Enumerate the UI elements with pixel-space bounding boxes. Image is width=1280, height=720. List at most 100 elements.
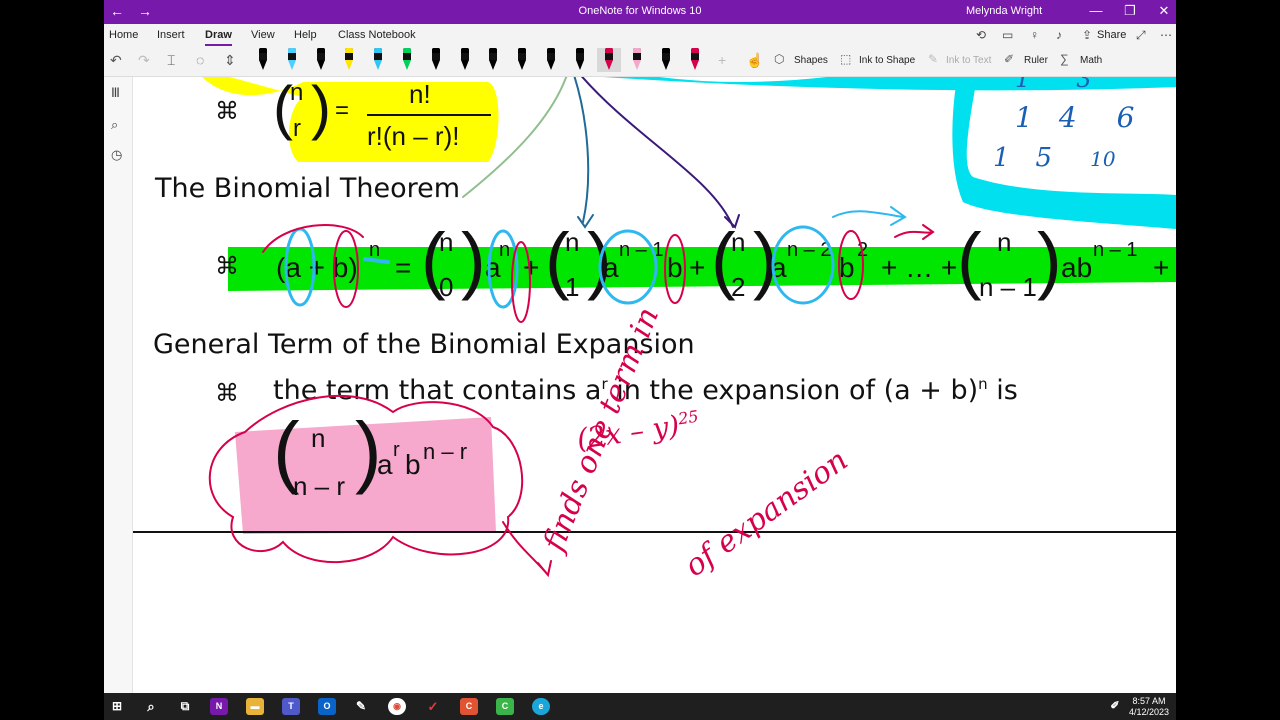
camtasia-icon[interactable]: C bbox=[460, 698, 478, 715]
t3-paren-left: ( bbox=[957, 218, 982, 301]
pen-11[interactable] bbox=[546, 48, 556, 72]
pen-8[interactable] bbox=[460, 48, 470, 72]
system-clock[interactable]: 8:57 AM 4/12/2023 bbox=[1129, 696, 1169, 718]
teams-icon[interactable]: T bbox=[282, 698, 300, 715]
pen-color-cap bbox=[547, 48, 555, 53]
ink-pascal-5-b: 5 bbox=[1035, 143, 1053, 173]
tab-insert[interactable]: Insert bbox=[157, 29, 185, 41]
tab-home[interactable]: Home bbox=[109, 29, 138, 41]
lightbulb-icon[interactable]: ♀ bbox=[1030, 28, 1039, 42]
paint-icon[interactable]: ✎ bbox=[352, 698, 370, 715]
pen-tip bbox=[662, 60, 671, 70]
pen-tip bbox=[431, 60, 440, 70]
note-canvas[interactable]: ⌘ ( n r ) = n! r!(n – r)! The Binomial T… bbox=[133, 77, 1176, 693]
close-icon[interactable]: ✕ bbox=[1154, 3, 1174, 19]
touch-draw-icon[interactable]: ☝ bbox=[746, 52, 763, 69]
ink-to-text-button[interactable]: Ink to Text bbox=[946, 55, 991, 66]
pen-12[interactable] bbox=[575, 48, 585, 72]
pen-14[interactable] bbox=[632, 48, 642, 72]
t2-bottom: 2 bbox=[731, 272, 746, 302]
add-pen-icon[interactable]: + bbox=[718, 52, 726, 68]
start-icon[interactable]: ⊞ bbox=[108, 698, 126, 715]
tab-view[interactable]: View bbox=[251, 29, 275, 41]
t2-exp: n – 2 bbox=[787, 239, 832, 261]
t0-top: n bbox=[439, 227, 454, 257]
ruler-icon[interactable]: ✐ bbox=[1004, 52, 1014, 66]
pen-tip bbox=[460, 60, 469, 70]
task-view-icon[interactable]: ⧉ bbox=[176, 698, 194, 715]
plus-end: + bbox=[1153, 252, 1170, 283]
camtasia-recorder-icon[interactable]: C bbox=[496, 698, 514, 715]
gf-a: a bbox=[377, 449, 393, 480]
tab-draw[interactable]: Draw bbox=[205, 29, 232, 46]
general-term-text-2: in the expansion of (a + b) bbox=[607, 375, 979, 406]
ink-to-shape-icon[interactable]: ⬚ bbox=[840, 52, 851, 66]
tab-class-notebook[interactable]: Class Notebook bbox=[338, 29, 416, 41]
formula-equals: = bbox=[335, 97, 350, 124]
math-icon[interactable]: ∑ bbox=[1060, 52, 1069, 66]
checkmark-app-icon[interactable]: ✓ bbox=[424, 698, 442, 715]
lasso-select-icon[interactable]: ◌ bbox=[196, 52, 204, 68]
maximize-icon[interactable]: ❐ bbox=[1120, 3, 1140, 19]
minimize-icon[interactable]: — bbox=[1086, 3, 1106, 18]
plus-1: + bbox=[523, 252, 540, 283]
bell-icon[interactable]: ♪ bbox=[1056, 28, 1062, 42]
heading-binomial-theorem: The Binomial Theorem bbox=[155, 173, 461, 204]
tab-help[interactable]: Help bbox=[294, 29, 317, 41]
taskbar-search-icon[interactable]: ⌕ bbox=[142, 698, 160, 715]
navigation-rail: Ⅲ ⌕ ◷ bbox=[104, 77, 133, 693]
sync-icon[interactable]: ⟲ bbox=[976, 28, 986, 42]
pen-6[interactable] bbox=[402, 48, 412, 72]
pen-7[interactable] bbox=[431, 48, 441, 72]
notebooks-icon[interactable]: Ⅲ bbox=[111, 85, 120, 101]
ink-to-text-icon: ✎ bbox=[928, 52, 939, 66]
ink-to-shape-button[interactable]: Ink to Shape bbox=[859, 55, 915, 66]
shapes-button[interactable]: Shapes bbox=[794, 55, 828, 66]
ruler-button[interactable]: Ruler bbox=[1024, 55, 1048, 66]
pen-16[interactable] bbox=[690, 48, 700, 72]
bullet-3: ⌘ bbox=[215, 380, 239, 407]
more-icon[interactable]: ⋯ bbox=[1160, 28, 1172, 42]
binom-n: n bbox=[290, 79, 304, 106]
pen-10[interactable] bbox=[517, 48, 527, 72]
pen-13[interactable] bbox=[596, 48, 621, 72]
t2-base: a bbox=[771, 252, 787, 283]
t0-exp: n bbox=[499, 239, 511, 261]
ink-pascal-4-b: 4 bbox=[1058, 101, 1077, 134]
ribbon-tabs: Home Insert Draw View Help Class Noteboo… bbox=[104, 24, 1176, 46]
share-button[interactable]: Share bbox=[1097, 29, 1126, 41]
gf-bottom: n – r bbox=[293, 471, 346, 501]
gf-top: n bbox=[311, 423, 326, 453]
pen-9[interactable] bbox=[488, 48, 498, 72]
pen-3[interactable] bbox=[316, 48, 326, 72]
pen-workspace-icon[interactable]: ✐ bbox=[1106, 698, 1124, 715]
onenote-taskbar-icon[interactable]: N bbox=[210, 698, 228, 715]
pen-1[interactable] bbox=[258, 48, 268, 72]
user-name[interactable]: Melynda Wright bbox=[966, 5, 1042, 17]
search-icon[interactable]: ⌕ bbox=[111, 117, 118, 133]
ink-example-exp: 25 bbox=[676, 406, 700, 429]
edge-icon[interactable]: e bbox=[532, 698, 550, 715]
screen-icon[interactable]: ▭ bbox=[1002, 28, 1013, 42]
add-space-icon[interactable]: ⇕ bbox=[224, 52, 236, 69]
undo-icon[interactable]: ↶ bbox=[110, 52, 122, 69]
ink-pascal-3-b: 3 bbox=[1076, 77, 1092, 93]
chrome-icon[interactable]: ◉ bbox=[388, 698, 406, 715]
gf-a-exp: r bbox=[393, 439, 400, 461]
pen-15[interactable] bbox=[661, 48, 671, 72]
pen-4[interactable] bbox=[344, 48, 354, 72]
type-select-icon[interactable]: ⌶ bbox=[167, 52, 175, 69]
ink-pascal-5-c: 10 bbox=[1090, 147, 1116, 171]
redo-icon[interactable]: ↷ bbox=[138, 52, 150, 69]
recent-icon[interactable]: ◷ bbox=[111, 147, 122, 163]
pen-2[interactable] bbox=[287, 48, 297, 72]
math-button[interactable]: Math bbox=[1080, 55, 1102, 66]
file-explorer-icon[interactable]: ▬ bbox=[246, 698, 264, 715]
pen-5[interactable] bbox=[373, 48, 383, 72]
gf-b: b bbox=[405, 449, 421, 480]
share-icon[interactable]: ⇪ bbox=[1082, 28, 1092, 42]
shapes-icon[interactable]: ⬡ bbox=[774, 52, 784, 66]
expand-icon[interactable]: ⤢ bbox=[1136, 28, 1146, 43]
outlook-icon[interactable]: O bbox=[318, 698, 336, 715]
general-term-exp-n: n bbox=[978, 375, 988, 393]
